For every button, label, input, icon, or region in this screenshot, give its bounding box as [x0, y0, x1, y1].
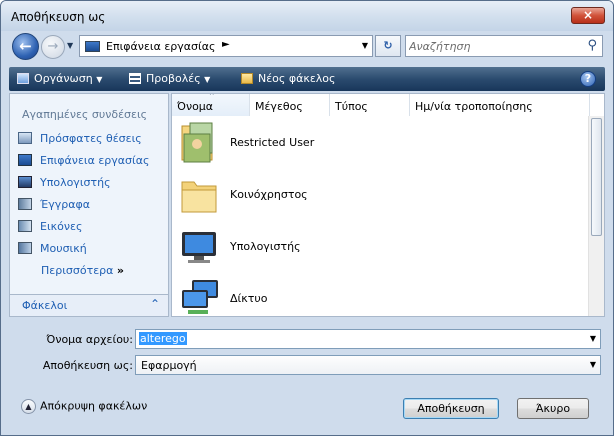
save-button[interactable]: Αποθήκευση — [403, 398, 499, 419]
new-folder-label: Νέος φάκελος — [258, 72, 336, 85]
savetype-value: Εφαρμογή — [141, 359, 197, 372]
chevron-up-icon: ▲ — [21, 399, 36, 414]
savetype-dropdown-icon[interactable]: ▼ — [590, 360, 596, 369]
sidebar-item-label: Πρόσφατες θέσεις — [40, 132, 142, 145]
music-icon — [18, 242, 32, 254]
desktop-icon — [18, 154, 32, 166]
more-links-label: Περισσότερα — [41, 264, 114, 277]
navigation-bar: ← → ▼ Επιφάνεια εργασίας ► ▼ ↻ ⚲ — [1, 31, 613, 63]
breadcrumb-arrow-icon[interactable]: ► — [222, 39, 230, 50]
savetype-label: Αποθήκευση ως: — [42, 359, 133, 372]
file-list: ⌃ Όνομα Μέγεθος Τύπος Ημ/νία τροποποίησης… — [171, 93, 605, 317]
chevron-down-icon: ▼ — [204, 75, 211, 84]
column-label: Ημ/νία τροποποίησης — [415, 100, 533, 113]
column-label: Μέγεθος — [255, 100, 303, 113]
sidebar-item-recent-places[interactable]: Πρόσφατες θέσεις — [18, 132, 142, 150]
navigation-pane: Αγαπημένες συνδέσεις Πρόσφατες θέσεις Επ… — [9, 93, 169, 317]
computer-icon — [182, 232, 216, 263]
chevron-down-icon: ▼ — [96, 75, 103, 84]
filename-dropdown-icon[interactable]: ▼ — [590, 334, 596, 343]
views-icon — [129, 73, 141, 84]
search-icon[interactable]: ⚲ — [587, 38, 597, 53]
item-label: Υπολογιστής — [230, 240, 301, 253]
vertical-scrollbar[interactable] — [588, 116, 604, 316]
sidebar-item-music[interactable]: Μουσική — [18, 242, 87, 260]
address-dropdown-icon[interactable]: ▼ — [362, 41, 368, 50]
column-label: Τύπος — [335, 100, 368, 113]
pictures-icon — [18, 220, 32, 232]
hide-folders-toggle[interactable]: ▲ Απόκρυψη φακέλων — [21, 399, 147, 414]
filename-value[interactable]: alterego — [139, 332, 187, 345]
organize-button[interactable]: Οργάνωση ▼ — [17, 72, 102, 85]
sidebar-item-label: Μουσική — [40, 242, 87, 255]
save-as-dialog: Αποθήκευση ως × ← → ▼ Επιφάνεια εργασίας… — [0, 0, 614, 436]
double-chevron-right-icon: » — [116, 264, 125, 277]
sidebar-item-desktop[interactable]: Επιφάνεια εργασίας — [18, 154, 149, 172]
recent-places-icon — [18, 132, 32, 144]
new-folder-button[interactable]: Νέος φάκελος — [241, 72, 336, 85]
sidebar-item-label: Επιφάνεια εργασίας — [40, 154, 150, 167]
address-location[interactable]: Επιφάνεια εργασίας — [106, 40, 215, 53]
organize-icon — [17, 73, 29, 84]
folder-icon — [181, 181, 217, 213]
search-box[interactable]: ⚲ — [405, 35, 603, 57]
new-folder-icon — [241, 73, 253, 84]
title-bar: Αποθήκευση ως × — [1, 1, 613, 31]
documents-icon — [18, 198, 32, 210]
favorite-links-header: Αγαπημένες συνδέσεις — [22, 108, 148, 121]
column-header-name[interactable]: ⌃ Όνομα — [172, 94, 250, 116]
hide-folders-label: Απόκρυψη φακέλων — [40, 399, 148, 413]
sidebar-item-label: Έγγραφα — [40, 198, 90, 211]
forward-arrow-icon: → — [47, 39, 59, 54]
chevron-up-icon[interactable]: ⌃ — [150, 297, 160, 311]
views-label: Προβολές — [146, 72, 201, 85]
sidebar-item-label: Εικόνες — [40, 220, 83, 233]
filename-field[interactable]: alterego ▼ — [135, 329, 601, 349]
sidebar-item-label: Υπολογιστής — [40, 176, 111, 189]
column-header-type[interactable]: Τύπος — [330, 94, 410, 116]
savetype-select[interactable]: Εφαρμογή ▼ — [135, 355, 601, 375]
sidebar-item-pictures[interactable]: Εικόνες — [18, 220, 82, 238]
refresh-button[interactable]: ↻ — [375, 35, 401, 57]
back-button[interactable]: ← — [12, 33, 39, 60]
back-arrow-icon: ← — [19, 37, 32, 55]
column-header-date-modified[interactable]: Ημ/νία τροποποίησης — [410, 94, 590, 116]
recent-pages-dropdown-icon[interactable]: ▼ — [67, 41, 73, 50]
column-header-size[interactable]: Μέγεθος — [250, 94, 330, 116]
item-label: Restricted User — [230, 136, 315, 149]
organize-label: Οργάνωση — [34, 72, 93, 85]
address-bar[interactable]: Επιφάνεια εργασίας ► ▼ — [79, 35, 373, 57]
scrollbar-thumb[interactable] — [591, 118, 602, 236]
forward-button[interactable]: → — [41, 35, 65, 59]
refresh-icon: ↻ — [383, 39, 393, 52]
folders-label: Φάκελοι — [22, 299, 68, 312]
command-toolbar: Οργάνωση ▼ Προβολές ▼ Νέος φάκελος ? — [9, 67, 605, 91]
filename-label: Όνομα αρχείου: — [46, 333, 133, 346]
close-button[interactable]: × — [571, 7, 605, 24]
help-button[interactable]: ? — [580, 71, 596, 87]
item-label: Δίκτυο — [230, 292, 268, 305]
sidebar-item-computer[interactable]: Υπολογιστής — [18, 176, 111, 194]
more-links[interactable]: Περισσότερα » — [41, 264, 124, 277]
network-icon — [182, 280, 218, 314]
sort-ascending-icon: ⌃ — [208, 93, 216, 102]
computer-icon — [18, 176, 32, 188]
user-folder-icon — [181, 122, 213, 163]
window-title: Αποθήκευση ως — [11, 10, 106, 24]
sidebar-item-documents[interactable]: Έγγραφα — [18, 198, 90, 216]
desktop-icon — [85, 41, 100, 52]
search-input[interactable] — [409, 39, 579, 54]
views-button[interactable]: Προβολές ▼ — [129, 72, 210, 85]
cancel-button[interactable]: Άκυρο — [517, 398, 589, 419]
item-label: Κοινόχρηστος — [230, 188, 308, 201]
folders-toggle[interactable]: Φάκελοι ⌃ — [10, 294, 168, 316]
save-form: Όνομα αρχείου: alterego ▼ Αποθήκευση ως:… — [1, 319, 613, 435]
